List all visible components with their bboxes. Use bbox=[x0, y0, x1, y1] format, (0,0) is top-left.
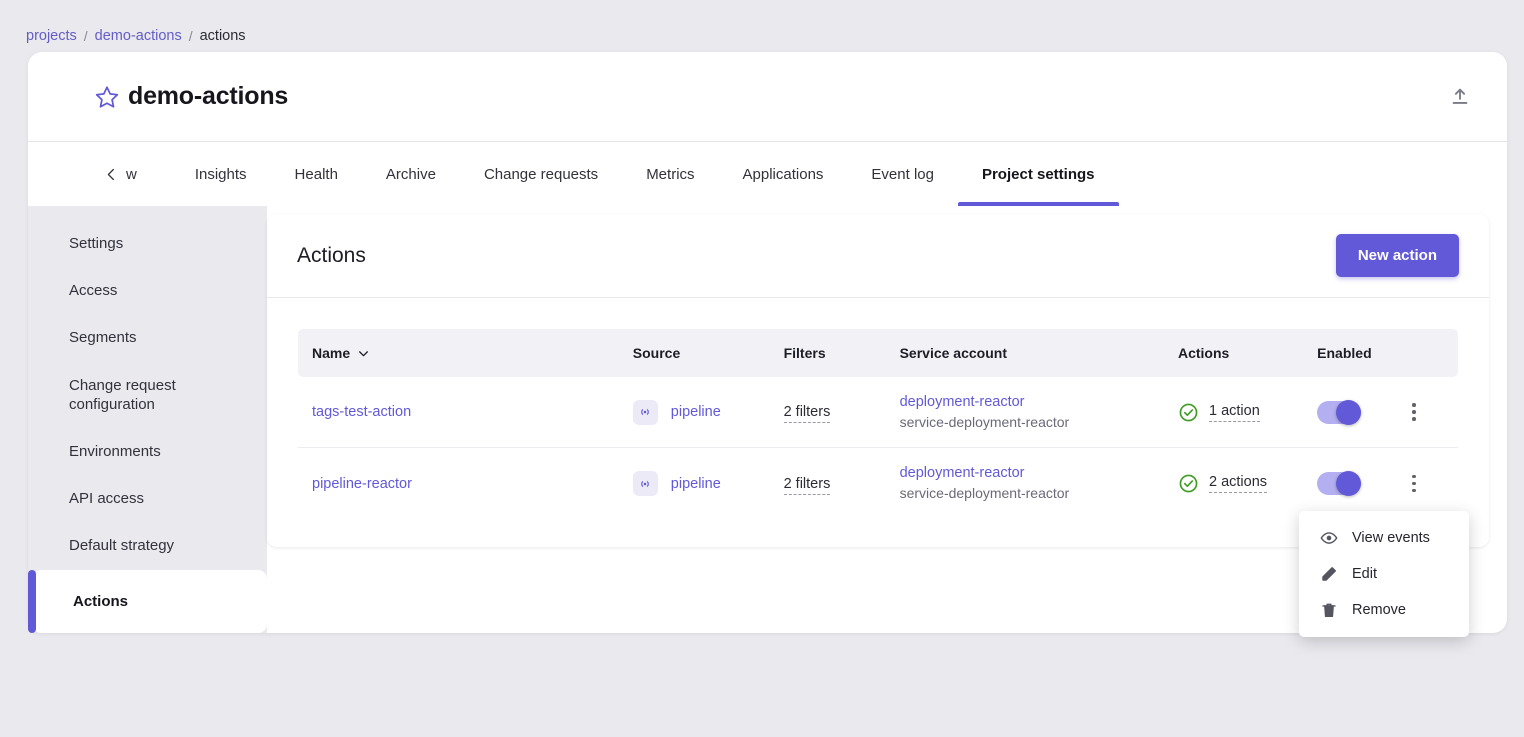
table-row: tags-test-action bbox=[298, 377, 1458, 448]
cell-actions-count: 2 actions bbox=[1168, 448, 1307, 519]
cell-source: pipeline bbox=[623, 448, 774, 519]
settings-sidebar: Settings Access Segments Change request … bbox=[28, 206, 267, 633]
project-tabs: w Insights Health Archive Change request… bbox=[28, 142, 1507, 206]
filters-link[interactable]: 2 filters bbox=[784, 476, 831, 495]
cell-service-account: deployment-reactor service-deployment-re… bbox=[890, 448, 1168, 519]
column-header-enabled: Enabled bbox=[1307, 329, 1458, 377]
actions-panel-title: Actions bbox=[297, 244, 366, 268]
sidebar-item-environments[interactable]: Environments bbox=[28, 428, 267, 475]
upload-icon[interactable] bbox=[1443, 80, 1477, 114]
cell-source: pipeline bbox=[623, 377, 774, 448]
service-account-subtext: service-deployment-reactor bbox=[900, 484, 1158, 503]
cell-name: tags-test-action bbox=[298, 377, 623, 448]
project-page-card: demo-actions w Insights Health Archive C… bbox=[28, 52, 1507, 633]
context-menu-item-edit[interactable]: Edit bbox=[1299, 556, 1469, 592]
sidebar-item-change-request-configuration[interactable]: Change request configuration bbox=[28, 362, 267, 428]
check-circle-icon bbox=[1178, 473, 1199, 494]
service-account-link[interactable]: deployment-reactor bbox=[900, 393, 1158, 413]
row-menu-button[interactable] bbox=[1401, 399, 1427, 425]
broadcast-signal-icon bbox=[633, 400, 658, 425]
breadcrumb-item-projects[interactable]: projects bbox=[26, 28, 77, 44]
service-account-link[interactable]: deployment-reactor bbox=[900, 464, 1158, 484]
breadcrumb-item-actions: actions bbox=[200, 28, 246, 44]
cell-name: pipeline-reactor bbox=[298, 448, 623, 519]
tab-insights[interactable]: Insights bbox=[171, 142, 271, 206]
new-action-button[interactable]: New action bbox=[1336, 234, 1459, 277]
tab-event-log[interactable]: Event log bbox=[847, 142, 958, 206]
context-menu-item-view-events[interactable]: View events bbox=[1299, 520, 1469, 556]
actions-table-body: tags-test-action bbox=[298, 377, 1458, 519]
actions-table-head: Name Source Filters Service account bbox=[298, 329, 1458, 377]
source-label[interactable]: pipeline bbox=[671, 404, 721, 420]
tab-metrics[interactable]: Metrics bbox=[622, 142, 718, 206]
column-header-actions: Actions bbox=[1168, 329, 1307, 377]
settings-content: Actions New action Name bbox=[267, 206, 1507, 547]
tab-health[interactable]: Health bbox=[271, 142, 362, 206]
breadcrumb: projects / demo-actions / actions bbox=[0, 0, 1524, 54]
column-header-name-label: Name bbox=[312, 345, 350, 361]
column-header-filters: Filters bbox=[774, 329, 890, 377]
sidebar-item-access[interactable]: Access bbox=[28, 267, 267, 314]
project-header: demo-actions bbox=[28, 52, 1507, 142]
breadcrumb-separator: / bbox=[84, 28, 88, 44]
column-header-service-account: Service account bbox=[890, 329, 1168, 377]
broadcast-signal-icon bbox=[633, 471, 658, 496]
context-menu-item-label: Remove bbox=[1352, 602, 1406, 618]
settings-body: Settings Access Segments Change request … bbox=[28, 206, 1507, 633]
context-menu-item-label: View events bbox=[1352, 530, 1430, 546]
row-context-menu: View events Edit Remove bbox=[1299, 511, 1469, 637]
filters-link[interactable]: 2 filters bbox=[784, 404, 831, 423]
sidebar-item-default-strategy[interactable]: Default strategy bbox=[28, 522, 267, 569]
tab-applications[interactable]: Applications bbox=[719, 142, 848, 206]
enabled-toggle[interactable] bbox=[1317, 401, 1361, 424]
sidebar-item-api-access[interactable]: API access bbox=[28, 475, 267, 522]
sidebar-item-segments[interactable]: Segments bbox=[28, 314, 267, 361]
star-outline-icon[interactable] bbox=[94, 84, 120, 110]
actions-count-link[interactable]: 1 action bbox=[1209, 403, 1260, 422]
source-label[interactable]: pipeline bbox=[671, 476, 721, 492]
row-menu-button[interactable] bbox=[1401, 471, 1427, 497]
actions-table: Name Source Filters Service account bbox=[298, 329, 1458, 519]
actions-panel-header: Actions New action bbox=[267, 214, 1489, 298]
pencil-icon bbox=[1319, 565, 1338, 583]
actions-count-link[interactable]: 2 actions bbox=[1209, 474, 1267, 493]
action-name-link[interactable]: pipeline-reactor bbox=[312, 476, 412, 492]
trash-icon bbox=[1319, 601, 1338, 619]
page-title: demo-actions bbox=[128, 82, 288, 111]
service-account-subtext: service-deployment-reactor bbox=[900, 413, 1158, 432]
enabled-toggle[interactable] bbox=[1317, 472, 1361, 495]
cell-actions-count: 1 action bbox=[1168, 377, 1307, 448]
breadcrumb-separator: / bbox=[189, 28, 193, 44]
sidebar-item-settings[interactable]: Settings bbox=[28, 220, 267, 267]
sidebar-item-actions[interactable]: Actions bbox=[32, 570, 267, 633]
cell-enabled bbox=[1307, 448, 1458, 519]
tab-overview[interactable]: w bbox=[98, 142, 171, 206]
column-header-name[interactable]: Name bbox=[298, 329, 623, 377]
tab-archive[interactable]: Archive bbox=[362, 142, 460, 206]
cell-filters: 2 filters bbox=[774, 377, 890, 448]
cell-filters: 2 filters bbox=[774, 448, 890, 519]
context-menu-item-label: Edit bbox=[1352, 566, 1377, 582]
action-name-link[interactable]: tags-test-action bbox=[312, 404, 411, 420]
tab-project-settings[interactable]: Project settings bbox=[958, 142, 1119, 206]
chevron-down-icon bbox=[357, 347, 370, 360]
actions-table-wrapper: Name Source Filters Service account bbox=[267, 298, 1489, 547]
context-menu-item-remove[interactable]: Remove bbox=[1299, 592, 1469, 628]
column-header-source: Source bbox=[623, 329, 774, 377]
name-sort-control[interactable]: Name bbox=[312, 345, 370, 361]
breadcrumb-item-demo-actions[interactable]: demo-actions bbox=[95, 28, 182, 44]
cell-service-account: deployment-reactor service-deployment-re… bbox=[890, 377, 1168, 448]
cell-enabled bbox=[1307, 377, 1458, 448]
table-row: pipeline-reactor bbox=[298, 448, 1458, 519]
tab-change-requests[interactable]: Change requests bbox=[460, 142, 622, 206]
actions-panel: Actions New action Name bbox=[267, 214, 1489, 547]
eye-icon bbox=[1319, 529, 1338, 547]
check-circle-icon bbox=[1178, 402, 1199, 423]
table-header-row: Name Source Filters Service account bbox=[298, 329, 1458, 377]
